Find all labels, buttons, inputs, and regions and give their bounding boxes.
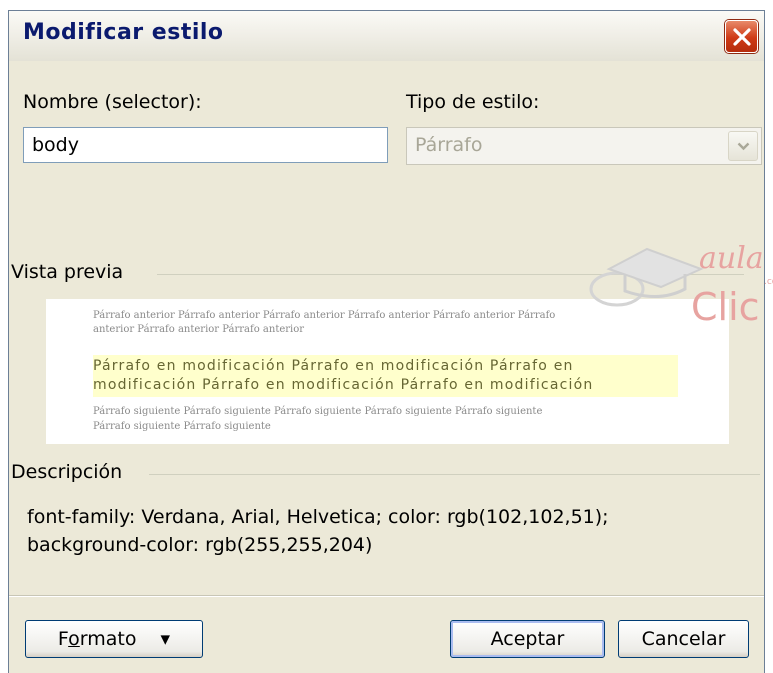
format-button[interactable]: Formato ▾ [25,620,203,658]
description-line2: background-color: rgb(255,255,204) [27,534,373,556]
previous-paragraph-line1: Párrafo anterior Párrafo anterior Párraf… [93,310,556,321]
watermark-text-small: .com [764,277,773,287]
style-type-select[interactable]: Párrafo [406,127,762,165]
modify-style-dialog: Modificar estilo Nombre (selector): Tipo… [8,10,773,673]
graduation-cap-icon [589,247,704,307]
modified-paragraph-line1: Párrafo en modificación Párrafo en modif… [93,358,574,374]
next-paragraph-line2: Párrafo siguiente Párrafo siguiente [93,421,271,432]
format-label-suffix: rmato [79,628,137,650]
title-bar: Modificar estilo [9,11,764,61]
description-label: Descripción [11,461,123,483]
format-label-accelerator: o [68,628,80,650]
watermark-text-top: aula [699,241,764,276]
description-line1: font-family: Verdana, Arial, Helvetica; … [27,506,609,528]
previous-paragraph-line2: anterior Párrafo anterior Párrafo anteri… [93,324,305,335]
style-type-label: Tipo de estilo: [406,91,540,113]
next-paragraph-line1: Párrafo siguiente Párrafo siguiente Párr… [93,406,543,417]
preview-label: Vista previa [11,261,124,283]
style-type-value: Párrafo [415,134,483,156]
close-icon [733,28,751,46]
aulaclic-watermark: aula .com Clic [569,241,773,351]
dialog-title: Modificar estilo [23,20,224,45]
chevron-down-icon [737,142,750,151]
style-type-dropdown-button[interactable] [728,131,758,161]
format-dropdown-arrow-icon: ▾ [160,628,171,650]
name-label: Nombre (selector): [23,91,202,113]
button-separator [9,595,764,597]
name-input[interactable] [23,127,388,163]
watermark-text-bottom: Clic [691,285,760,329]
close-button[interactable] [725,20,758,53]
description-text: font-family: Verdana, Arial, Helvetica; … [27,503,609,559]
ok-button[interactable]: Aceptar [450,620,605,658]
modified-paragraph: Párrafo en modificación Párrafo en modif… [93,355,678,397]
format-label-prefix: F [57,628,69,650]
cancel-button[interactable]: Cancelar [618,620,749,658]
description-group-line [149,474,760,475]
modified-paragraph-line2: modificación Párrafo en modificación Pár… [93,377,594,393]
